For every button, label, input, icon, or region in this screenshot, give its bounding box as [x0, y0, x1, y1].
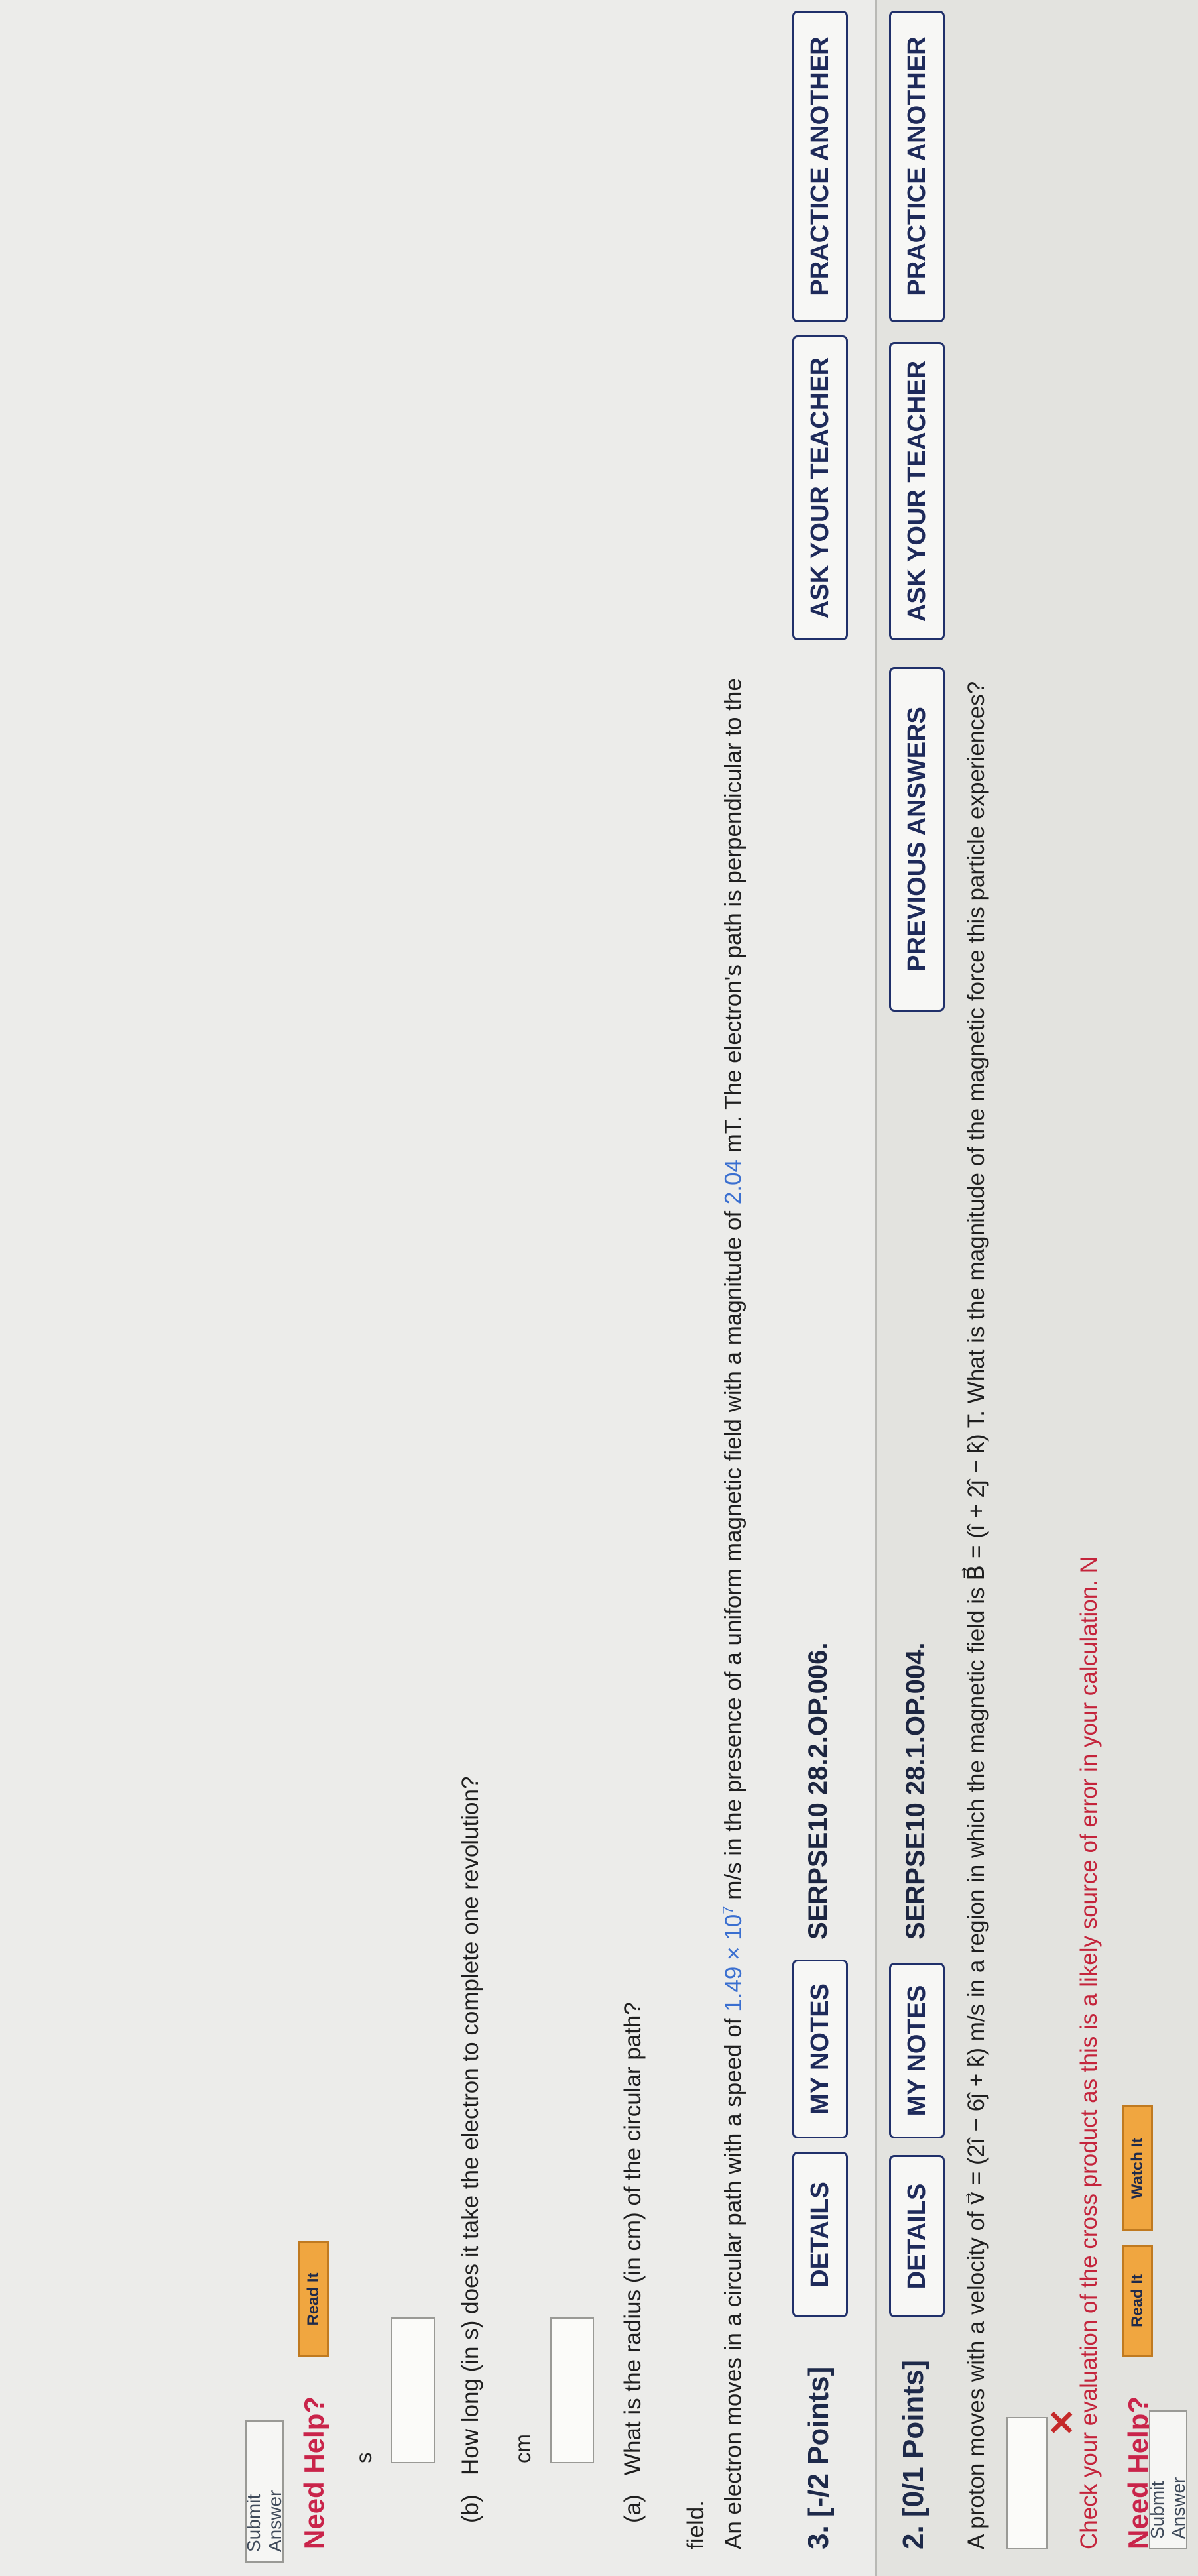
part-b-question: How long (in s) does it take the electro…: [457, 1776, 483, 2476]
read-it-button[interactable]: Read It: [1122, 2245, 1153, 2357]
question-points: [0/1 Points]: [897, 2359, 929, 2518]
details-button[interactable]: DETAILS: [792, 2152, 848, 2317]
my-notes-button[interactable]: MY NOTES: [792, 1960, 848, 2138]
problem-reference: SERPSE10 28.1.OP.004.: [901, 1642, 930, 1940]
part-b: (b) How long (in s) does it take the ele…: [457, 1777, 484, 2523]
practice-another-button[interactable]: PRACTICE ANOTHER: [889, 11, 945, 322]
question-3-header: 3. [-/2 Points]: [802, 2367, 835, 2549]
question-number: 3.: [802, 2525, 835, 2549]
ask-teacher-button[interactable]: ASK YOUR TEACHER: [889, 342, 945, 640]
problem-reference: SERPSE10 28.2.OP.006.: [804, 1642, 833, 1940]
details-button[interactable]: DETAILS: [889, 2155, 945, 2317]
submit-answer-button[interactable]: Submit Answer: [1147, 2410, 1189, 2549]
part-a: (a) What is the radius (in cm) of the ci…: [620, 2002, 646, 2523]
question-3: 3. [-/2 Points] DETAILS MY NOTES SERPSE1…: [0, 0, 875, 2576]
my-notes-button[interactable]: MY NOTES: [889, 1963, 945, 2138]
field-value: 2.04: [720, 1159, 747, 1205]
intro-text-b: m/s in the presence of a uniform magneti…: [720, 1204, 747, 1906]
part-a-label: (a): [620, 2494, 646, 2523]
part-b-answer-input[interactable]: [391, 2317, 435, 2463]
speed-value: 1.49 × 107: [719, 1906, 747, 2012]
question-2: 2. [0/1 Points] DETAILS MY NOTES SERPSE1…: [875, 0, 1198, 2576]
feedback-text: Check your evaluation of the cross produ…: [1076, 1556, 1102, 2549]
previous-answers-button[interactable]: PREVIOUS ANSWERS: [889, 667, 945, 1012]
submit-answer-button[interactable]: Submit Answer: [243, 2420, 285, 2563]
part-b-unit: s: [351, 2452, 376, 2464]
part-a-answer-input[interactable]: [550, 2317, 594, 2463]
question-text-line-2: field.: [683, 2500, 709, 2549]
part-a-question: What is the radius (in cm) of the circul…: [620, 2002, 646, 2476]
answer-input[interactable]: [1006, 2417, 1048, 2549]
intro-text-c: mT. The electron's path is perpendicular…: [720, 678, 747, 1160]
read-it-button[interactable]: Read It: [298, 2241, 329, 2357]
question-text: A proton moves with a velocity of v⃗ = (…: [963, 681, 989, 2549]
assignment-page: 2. [0/1 Points] DETAILS MY NOTES SERPSE1…: [0, 0, 1198, 2576]
need-help-label: Need Help?: [298, 2396, 329, 2549]
intro-text-a: An electron moves in a circular path wit…: [720, 2011, 747, 2549]
watch-it-button[interactable]: Watch It: [1122, 2105, 1153, 2231]
question-points: [-/2 Points]: [802, 2366, 835, 2518]
question-2-header: 2. [0/1 Points]: [897, 2360, 930, 2549]
ask-teacher-button[interactable]: ASK YOUR TEACHER: [792, 335, 848, 640]
part-a-unit: cm: [510, 2434, 535, 2463]
question-text: An electron moves in a circular path wit…: [719, 678, 747, 2549]
question-number: 2.: [897, 2525, 929, 2549]
practice-another-button[interactable]: PRACTICE ANOTHER: [792, 11, 848, 322]
part-b-label: (b): [457, 2494, 483, 2523]
